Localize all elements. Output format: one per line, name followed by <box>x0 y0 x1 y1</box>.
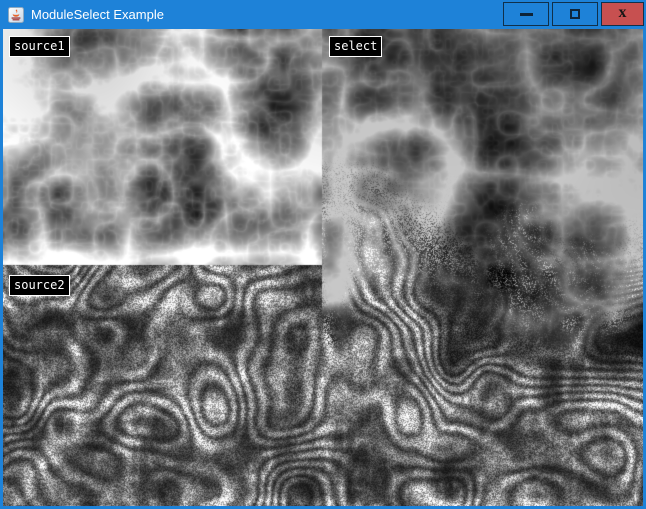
maximize-button[interactable] <box>552 2 598 26</box>
close-icon: x <box>619 5 627 21</box>
close-button[interactable]: x <box>601 2 644 26</box>
java-coffee-cup-icon <box>8 7 24 23</box>
noise-render-canvas <box>3 29 643 506</box>
titlebar[interactable]: ModuleSelect Example x <box>0 0 646 29</box>
label-select: select <box>329 36 382 57</box>
label-source1: source1 <box>9 36 70 57</box>
minimize-icon <box>520 13 533 16</box>
application-window: ModuleSelect Example x source1 select so… <box>0 0 646 509</box>
maximize-icon <box>570 9 580 19</box>
render-viewport <box>3 29 643 506</box>
window-controls: x <box>503 2 644 26</box>
minimize-button[interactable] <box>503 2 549 26</box>
label-source2: source2 <box>9 275 70 296</box>
window-title: ModuleSelect Example <box>31 7 164 22</box>
